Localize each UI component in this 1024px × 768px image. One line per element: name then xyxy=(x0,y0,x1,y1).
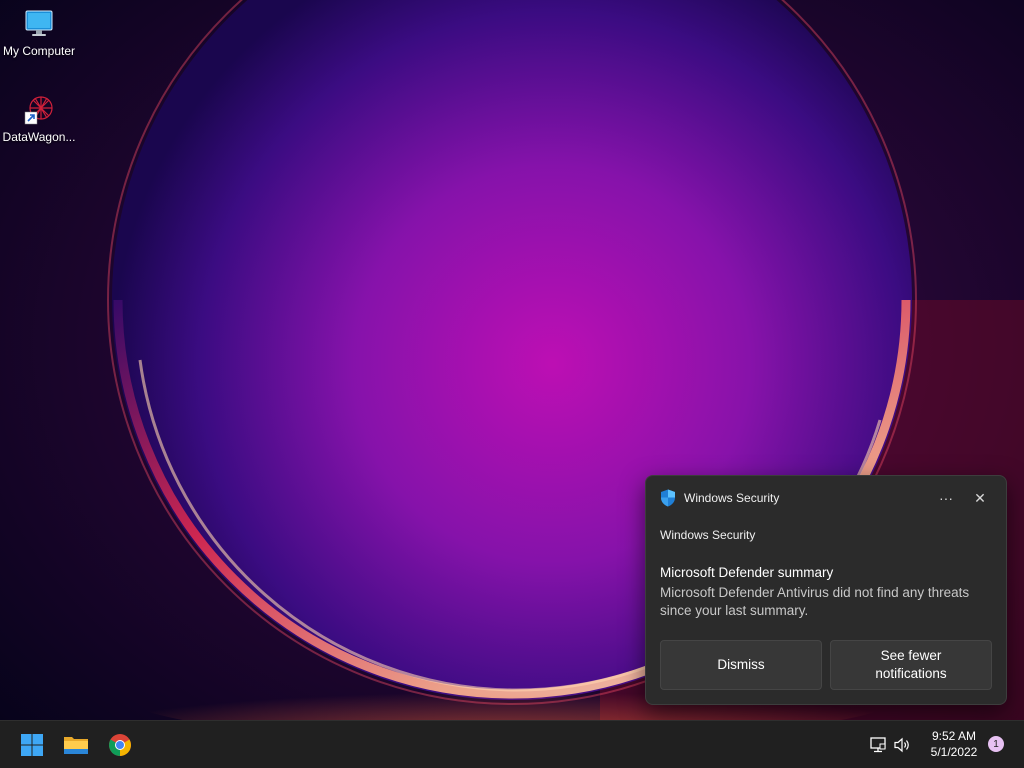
notification-toast[interactable]: Windows Security ··· ✕ Windows Security … xyxy=(645,475,1007,705)
more-options-button[interactable]: ··· xyxy=(932,486,960,510)
toast-attribution: Windows Security xyxy=(660,528,756,542)
close-icon: ✕ xyxy=(974,489,986,506)
clock[interactable]: 9:52 AM 5/1/2022 xyxy=(922,728,986,760)
windows-start-icon xyxy=(21,734,43,756)
see-fewer-notifications-label: See fewer notifications xyxy=(875,648,947,681)
network-tray-button[interactable] xyxy=(868,735,888,755)
desktop-icon-datawagon[interactable]: DataWagon... xyxy=(0,94,79,144)
taskbar: 9:52 AM 5/1/2022 xyxy=(0,720,1024,768)
datawagon-shortcut-icon xyxy=(23,94,55,126)
chrome-icon xyxy=(109,734,131,756)
toast-app-name: Windows Security xyxy=(684,491,780,505)
monitor-icon xyxy=(23,8,55,40)
see-fewer-notifications-button[interactable]: See fewer notifications xyxy=(830,640,992,690)
start-button[interactable] xyxy=(12,727,52,763)
toast-title: Microsoft Defender summary xyxy=(660,565,834,580)
close-button[interactable]: ✕ xyxy=(966,486,994,510)
toast-header: Windows Security ··· ✕ xyxy=(660,488,994,508)
file-explorer-icon xyxy=(64,737,88,754)
chrome-button[interactable] xyxy=(100,727,140,763)
volume-tray-button[interactable] xyxy=(893,735,913,755)
desktop-icon-label: DataWagon... xyxy=(2,130,76,144)
desktop-icon-label: My Computer xyxy=(2,44,76,58)
dismiss-button[interactable]: Dismiss xyxy=(660,640,822,690)
dismiss-button-label: Dismiss xyxy=(717,657,765,672)
clock-date: 5/1/2022 xyxy=(930,745,978,759)
clock-time: 9:52 AM xyxy=(931,729,977,743)
file-explorer-button[interactable] xyxy=(56,727,96,763)
desktop-icon-my-computer[interactable]: My Computer xyxy=(0,8,79,58)
desktop: My Computer DataWagon... Windows Securit… xyxy=(0,0,1024,768)
toast-body: Microsoft Defender Antivirus did not fin… xyxy=(660,585,970,618)
more-icon: ··· xyxy=(939,490,953,506)
volume-icon xyxy=(894,737,909,753)
notification-count-badge[interactable]: 1 xyxy=(988,736,1004,752)
windows-security-shield-icon xyxy=(660,489,676,507)
network-icon xyxy=(870,737,886,753)
